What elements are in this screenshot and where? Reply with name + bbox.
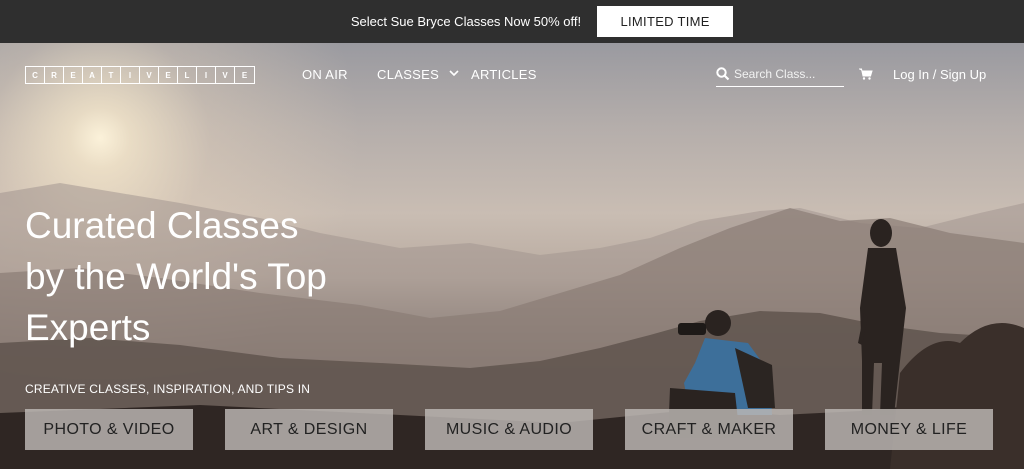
nav-classes-dropdown[interactable]: CLASSES xyxy=(377,67,459,82)
logo-letter: V xyxy=(216,67,235,83)
logo-letter: I xyxy=(121,67,140,83)
promo-text: Select Sue Bryce Classes Now 50% off! xyxy=(350,14,582,29)
headline-line: Curated Classes xyxy=(25,205,299,246)
logo-letter: C xyxy=(26,67,45,83)
logo-letter: I xyxy=(197,67,216,83)
category-photo-video-button[interactable]: PHOTO & VIDEO xyxy=(25,409,193,450)
logo-letter: R xyxy=(45,67,64,83)
category-music-audio-button[interactable]: MUSIC & AUDIO xyxy=(425,409,593,450)
logo-letter: V xyxy=(140,67,159,83)
top-navigation: C R E A T I V E L I V E ON AIR CLASSES A… xyxy=(0,43,1024,107)
logo-letter: T xyxy=(102,67,121,83)
hero-headline: Curated Classes by the World's Top Exper… xyxy=(25,200,445,353)
nav-on-air-link[interactable]: ON AIR xyxy=(302,67,348,82)
nav-classes-label: CLASSES xyxy=(377,67,440,82)
creativelive-logo[interactable]: C R E A T I V E L I V E xyxy=(25,66,255,84)
search-icon[interactable] xyxy=(716,67,730,81)
logo-letter: E xyxy=(241,70,248,80)
cart-icon[interactable] xyxy=(859,68,873,80)
logo-letter: E xyxy=(64,67,83,83)
promo-banner: Select Sue Bryce Classes Now 50% off! LI… xyxy=(0,0,1024,43)
logo-letter: E xyxy=(159,67,178,83)
nav-articles-link[interactable]: ARTICLES xyxy=(471,67,537,82)
limited-time-button[interactable]: LIMITED TIME xyxy=(597,6,734,37)
logo-letter: L xyxy=(178,67,197,83)
category-money-life-button[interactable]: MONEY & LIFE xyxy=(825,409,993,450)
hero-section: C R E A T I V E L I V E ON AIR CLASSES A… xyxy=(0,43,1024,469)
category-craft-maker-button[interactable]: CRAFT & MAKER xyxy=(625,409,793,450)
headline-line: Experts xyxy=(25,307,151,348)
search-input[interactable] xyxy=(730,67,839,81)
category-art-design-button[interactable]: ART & DESIGN xyxy=(225,409,393,450)
hero-tagline: CREATIVE CLASSES, INSPIRATION, AND TIPS … xyxy=(25,382,311,396)
chevron-down-icon xyxy=(449,70,459,77)
logo-letter: A xyxy=(83,67,102,83)
search-box xyxy=(716,62,844,87)
headline-line: by the World's Top xyxy=(25,256,327,297)
login-signup-link[interactable]: Log In / Sign Up xyxy=(893,67,986,82)
